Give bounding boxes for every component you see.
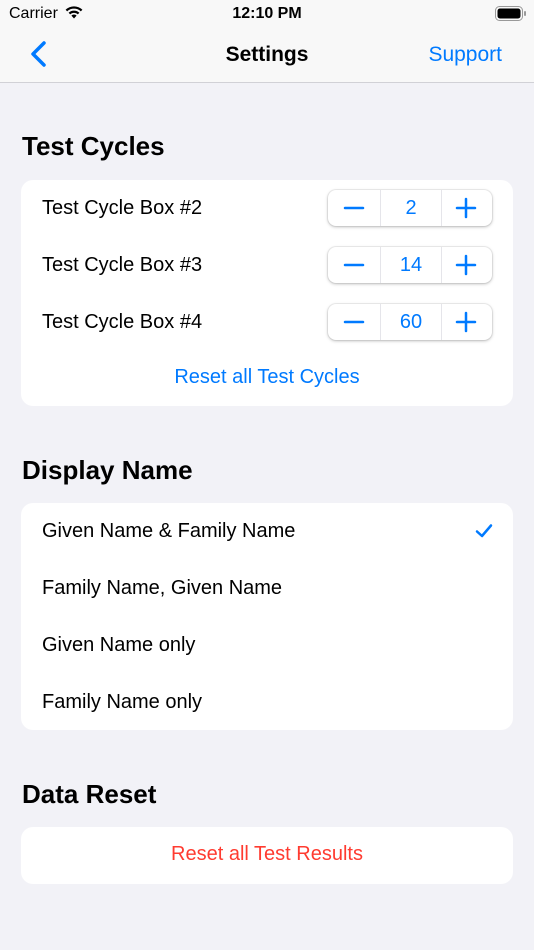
display-name-header: Display Name bbox=[22, 455, 193, 485]
display-name-card: Given Name & Family Name Family Name, Gi… bbox=[21, 503, 513, 730]
plus-icon bbox=[455, 311, 477, 333]
test-cycle-row-4-label: Test Cycle Box #4 bbox=[42, 311, 203, 333]
decrement-button[interactable] bbox=[328, 190, 380, 226]
option-label: Family Name, Given Name bbox=[42, 577, 283, 599]
option-label: Family Name only bbox=[42, 691, 203, 713]
test-cycle-4-stepper: 60 bbox=[328, 304, 492, 340]
increment-button[interactable] bbox=[440, 190, 492, 226]
test-cycle-row-2-label: Test Cycle Box #2 bbox=[42, 197, 203, 219]
reset-test-cycles-button[interactable]: Reset all Test Cycles bbox=[21, 366, 513, 389]
data-reset-header: Data Reset bbox=[22, 779, 157, 809]
display-name-option-family-only[interactable]: Family Name only bbox=[42, 682, 492, 722]
decrement-button[interactable] bbox=[328, 304, 380, 340]
decrement-button[interactable] bbox=[328, 247, 380, 283]
option-label: Given Name only bbox=[42, 634, 196, 656]
stepper-value: 2 bbox=[380, 190, 442, 226]
status-time: 12:10 PM bbox=[232, 5, 302, 22]
test-cycle-3-stepper: 14 bbox=[328, 247, 492, 283]
test-cycles-header: Test Cycles bbox=[22, 131, 165, 161]
stepper-value: 14 bbox=[380, 247, 442, 283]
display-name-option-given-family[interactable]: Given Name & Family Name bbox=[42, 511, 492, 551]
navigation-bar: Settings Support bbox=[0, 28, 534, 83]
status-bar: Carrier 12:10 PM bbox=[0, 0, 534, 28]
checkmark-icon bbox=[475, 524, 493, 538]
plus-icon bbox=[455, 197, 477, 219]
option-label: Given Name & Family Name bbox=[42, 520, 296, 542]
minus-icon bbox=[343, 263, 365, 267]
test-cycle-row-3-label: Test Cycle Box #3 bbox=[42, 254, 203, 276]
display-name-option-given-only[interactable]: Given Name only bbox=[42, 625, 492, 665]
minus-icon bbox=[343, 206, 365, 210]
reset-test-results-button[interactable]: Reset all Test Results bbox=[21, 843, 513, 866]
support-button[interactable]: Support bbox=[428, 43, 502, 67]
plus-icon bbox=[455, 254, 477, 276]
increment-button[interactable] bbox=[440, 247, 492, 283]
minus-icon bbox=[343, 320, 365, 324]
test-cycle-2-stepper: 2 bbox=[328, 190, 492, 226]
increment-button[interactable] bbox=[440, 304, 492, 340]
battery-icon bbox=[495, 6, 527, 27]
data-reset-card: Reset all Test Results bbox=[21, 827, 513, 884]
stepper-value: 60 bbox=[380, 304, 442, 340]
display-name-option-family-given[interactable]: Family Name, Given Name bbox=[42, 568, 492, 608]
test-cycles-card: Test Cycle Box #2 2 Test Cycle Box #3 14… bbox=[21, 180, 513, 406]
